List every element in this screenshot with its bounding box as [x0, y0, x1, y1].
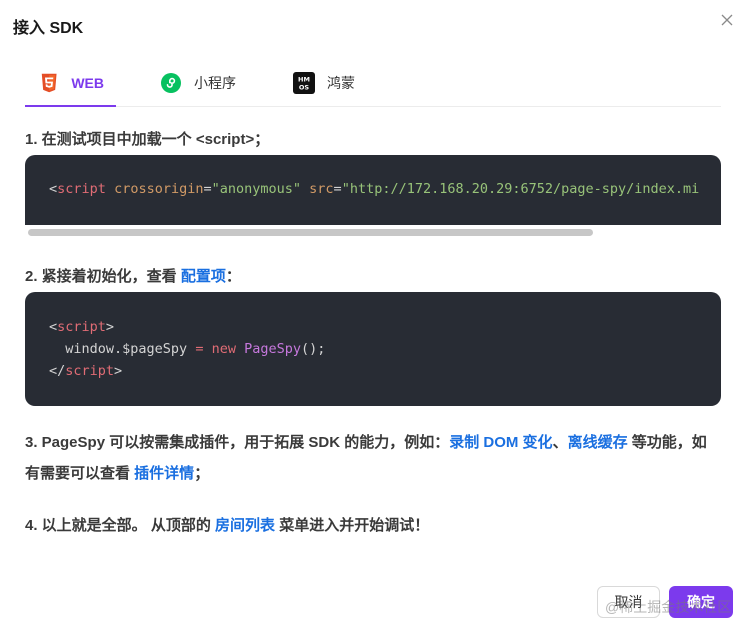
- tab-harmonyos[interactable]: HM OS 鸿蒙: [293, 60, 355, 106]
- sdk-dialog: 接入 SDK WEB 小程序 HM OS 鸿蒙 1. 在测试项目中加载一个 <s…: [0, 0, 751, 624]
- code-lines: <script> window.$pageSpy = new PageSpy()…: [49, 316, 325, 382]
- code-token: "anonymous": [211, 181, 302, 197]
- scrollbar-thumb[interactable]: [28, 229, 593, 236]
- code-token: <: [49, 181, 58, 197]
- tab-harmonyos-label: 鸿蒙: [327, 75, 355, 91]
- step-2-prefix: 2. 紧接着初始化，查看: [25, 268, 181, 285]
- code-token: >: [105, 319, 115, 335]
- code-token: =: [333, 181, 342, 197]
- plugin-details-link[interactable]: 插件详情: [134, 465, 194, 482]
- config-link[interactable]: 配置项: [181, 268, 226, 285]
- code-token: window.$pageSpy: [49, 341, 196, 357]
- code-token: crossorigin: [114, 181, 204, 197]
- step-4-prefix: 4. 以上就是全部。 从顶部的: [25, 517, 216, 534]
- step-3: 3. PageSpy 可以按需集成插件，用于拓展 SDK 的能力，例如：录制 D…: [25, 427, 721, 489]
- svg-text:HM: HM: [298, 76, 310, 84]
- code-token: =: [195, 341, 204, 357]
- step-4-suffix: 菜单进入并开始调试！: [275, 517, 430, 534]
- record-dom-link[interactable]: 录制 DOM 变化: [449, 434, 552, 451]
- html5-icon: [41, 73, 57, 93]
- tab-web[interactable]: WEB: [25, 60, 116, 107]
- code-line: <script crossorigin="anonymous" src="htt…: [49, 181, 699, 197]
- code-token: script: [57, 181, 106, 197]
- dialog-title: 接入 SDK: [13, 20, 84, 37]
- code-block-script-tag: <script crossorigin="anonymous" src="htt…: [25, 155, 721, 240]
- svg-text:OS: OS: [299, 84, 310, 92]
- step-2: 2. 紧接着初始化，查看 配置项：: [25, 261, 241, 292]
- code-block-init: <script> window.$pageSpy = new PageSpy()…: [25, 292, 721, 406]
- tab-miniprogram-label: 小程序: [194, 75, 236, 91]
- code-token: =: [203, 181, 212, 197]
- watermark: @稀土掘金技术社区: [605, 599, 732, 615]
- code-token: PageSpy: [244, 341, 302, 357]
- step-3-suffix: ；: [194, 465, 210, 482]
- code-token: script: [57, 319, 106, 335]
- step-1-text: 1. 在测试项目中加载一个 <script>；: [25, 131, 270, 148]
- tab-web-label: WEB: [71, 75, 104, 91]
- code-token: src: [309, 181, 334, 197]
- step-3-prefix: 3. PageSpy 可以按需集成插件，用于拓展 SDK 的能力，例如：: [25, 434, 450, 451]
- room-list-link[interactable]: 房间列表: [215, 517, 275, 534]
- code-token: </: [49, 363, 66, 379]
- code-token: script: [65, 363, 115, 379]
- tab-miniprogram[interactable]: 小程序: [160, 60, 236, 106]
- step-1: 1. 在测试项目中加载一个 <script>；: [25, 124, 269, 155]
- code-token: ();: [301, 341, 326, 357]
- step-4: 4. 以上就是全部。 从顶部的 房间列表 菜单进入并开始调试！: [25, 510, 429, 541]
- harmonyos-icon: HM OS: [293, 72, 315, 94]
- code-token: new: [211, 341, 236, 357]
- miniprogram-icon: [161, 73, 181, 93]
- offline-cache-link[interactable]: 离线缓存: [568, 434, 628, 451]
- tab-bar: WEB 小程序 HM OS 鸿蒙: [25, 60, 721, 107]
- close-icon[interactable]: [719, 12, 735, 28]
- step-3-sep: 、: [552, 434, 568, 451]
- code-token: >: [114, 363, 123, 379]
- code-token: <: [49, 319, 58, 335]
- horizontal-scrollbar: [25, 225, 721, 240]
- step-2-suffix: ：: [225, 268, 241, 285]
- code-token: "http://172.168.20.29:6752/page-spy/inde…: [341, 181, 700, 197]
